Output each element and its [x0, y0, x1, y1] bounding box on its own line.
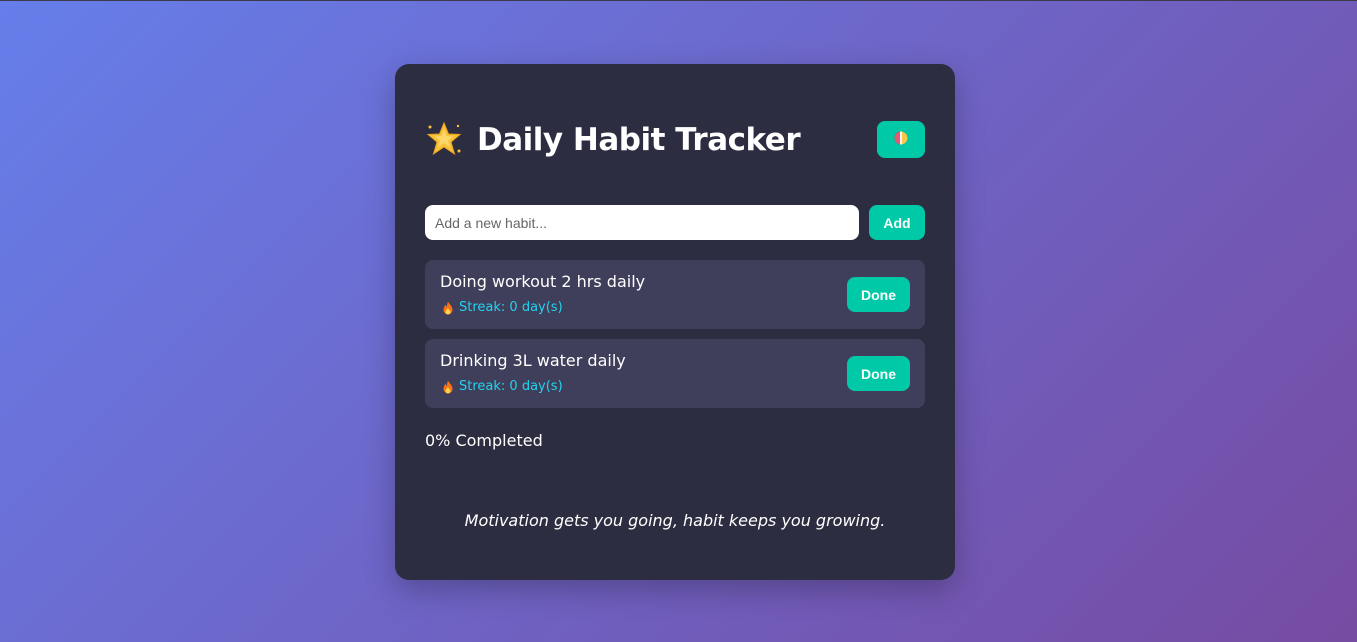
header: Daily Habit Tracker [425, 121, 925, 158]
motivation-quote: Motivation gets you going, habit keeps y… [464, 511, 886, 530]
new-habit-input[interactable] [425, 205, 859, 240]
window-top-border [0, 0, 1357, 1]
add-habit-form: Add [425, 205, 925, 240]
done-button[interactable]: Done [847, 356, 910, 391]
progress-text: 0% Completed [425, 431, 543, 450]
page-title: Daily Habit Tracker [477, 121, 801, 158]
add-habit-button[interactable]: Add [869, 205, 925, 240]
theme-toggle-button[interactable] [877, 121, 925, 158]
theme-toggle-icon [894, 130, 908, 149]
streak-info: Streak: 0 day(s) [442, 300, 563, 315]
habit-name: Doing workout 2 hrs daily [440, 272, 646, 291]
streak-text: Streak: 0 day(s) [459, 379, 563, 394]
habit-name: Drinking 3L water daily [440, 351, 626, 370]
fire-icon [442, 301, 454, 315]
habit-item: Drinking 3L water daily Streak: 0 day(s)… [425, 339, 925, 408]
fire-icon [442, 380, 454, 394]
habit-item: Doing workout 2 hrs daily Streak: 0 day(… [425, 260, 925, 329]
title-wrap: Daily Habit Tracker [425, 121, 801, 159]
habit-tracker-card: Daily Habit Tracker Add Doing workout 2 … [395, 64, 955, 580]
done-button[interactable]: Done [847, 277, 910, 312]
streak-info: Streak: 0 day(s) [442, 379, 563, 394]
streak-text: Streak: 0 day(s) [459, 300, 563, 315]
star-icon [425, 121, 463, 159]
